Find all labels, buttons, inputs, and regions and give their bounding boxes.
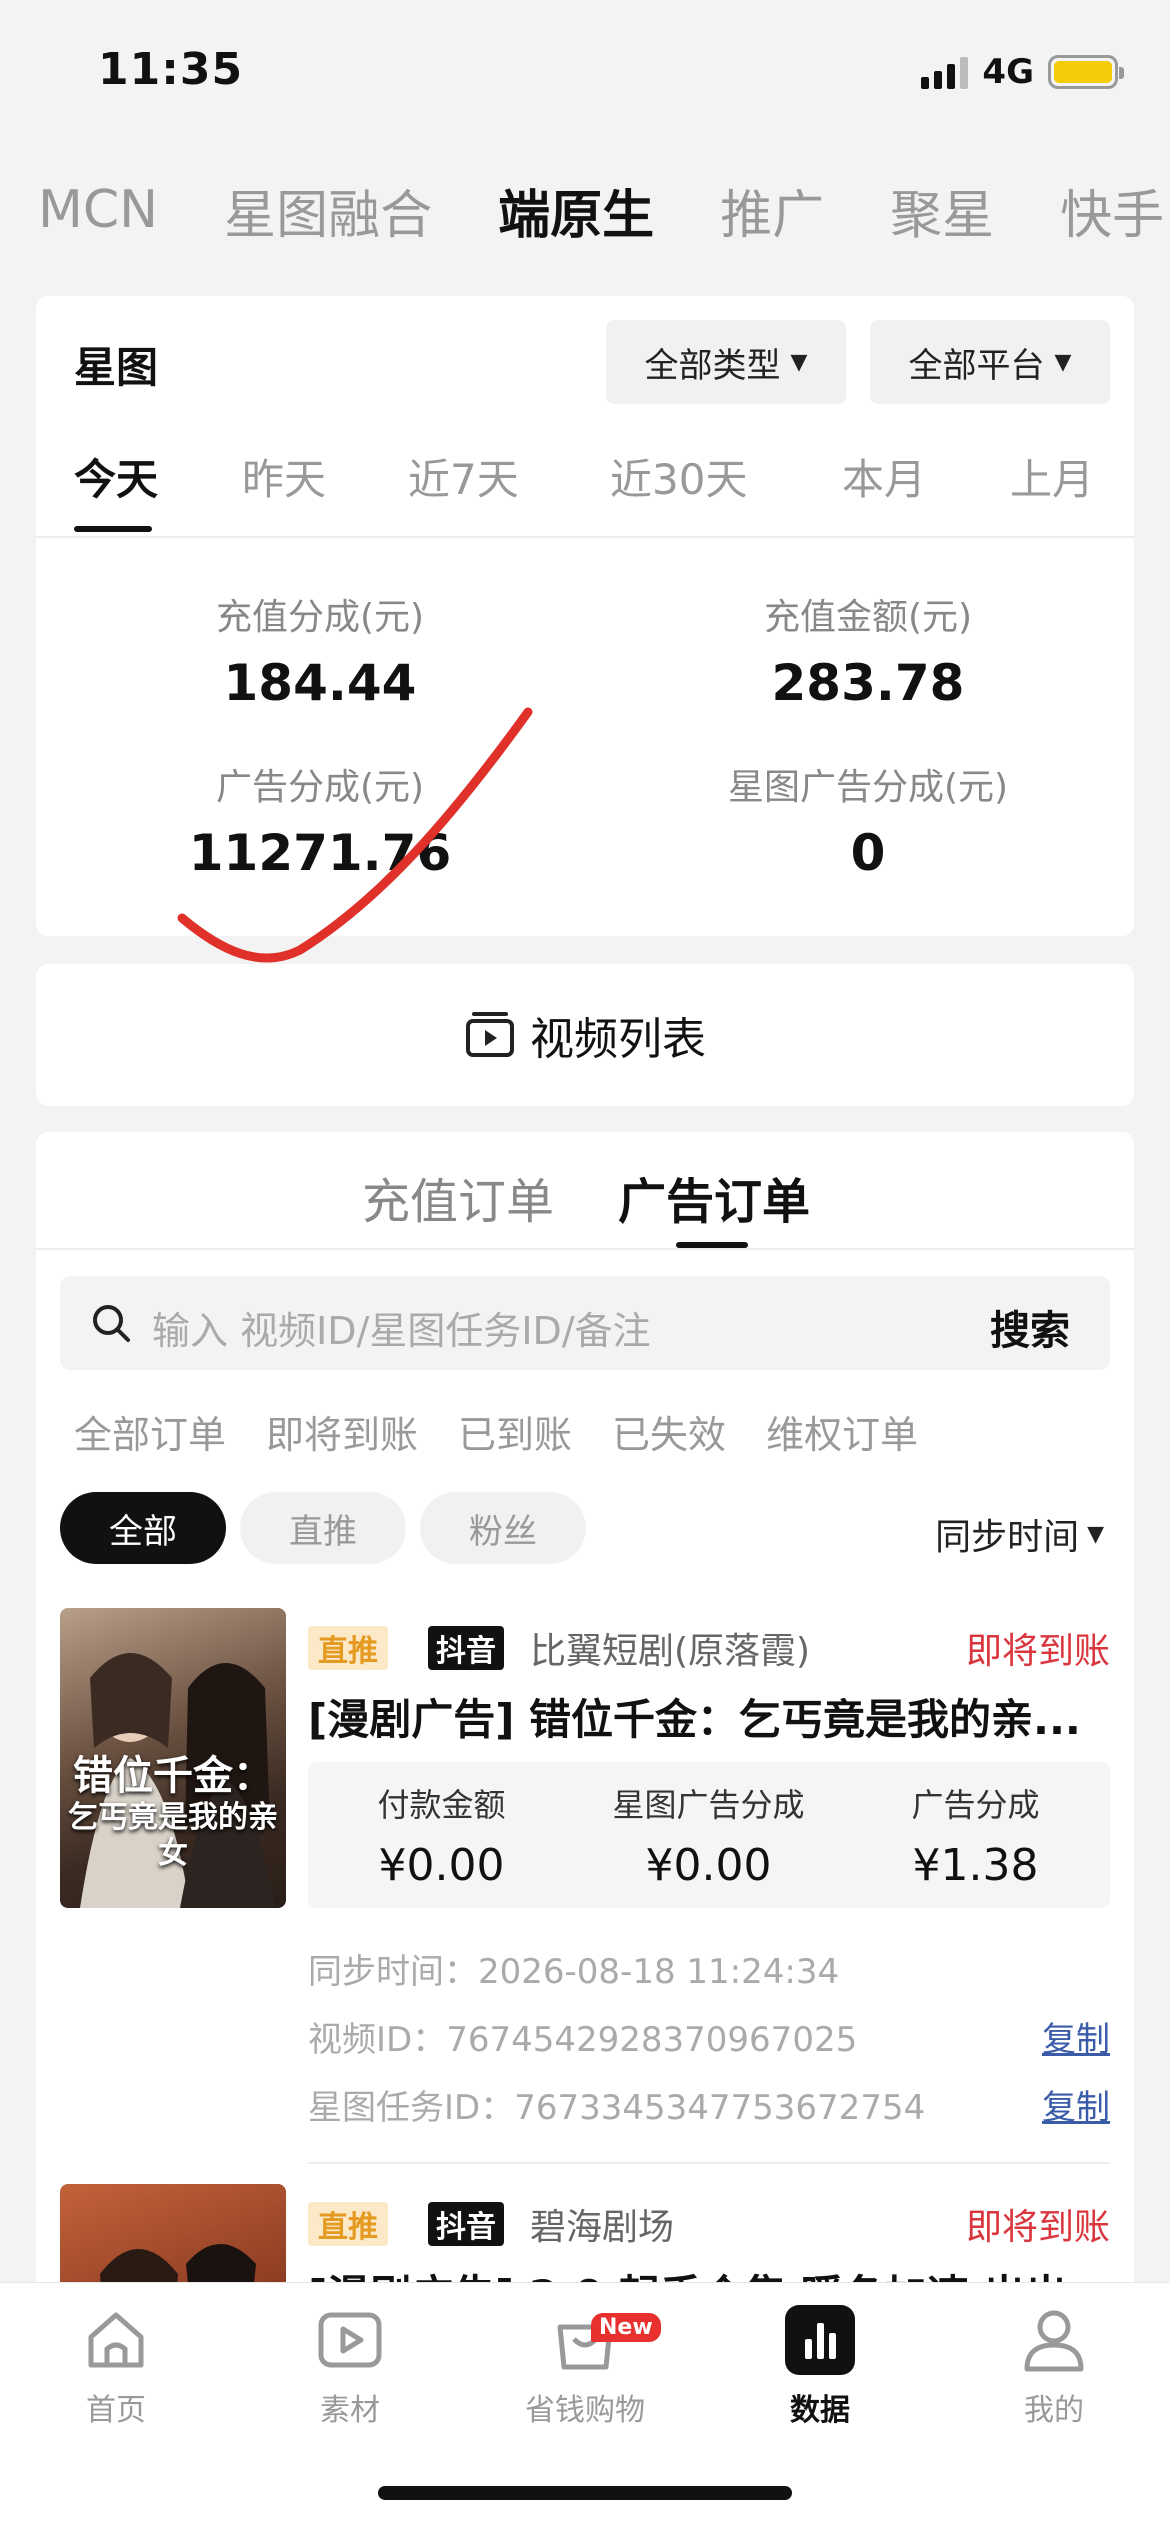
video-id: 视频ID：7674542928370967025 (308, 2020, 858, 2060)
filter-all-orders[interactable]: 全部订单 (74, 1404, 226, 1459)
drama-poster-thumbnail: 错位千金： 乞丐竟是我的亲女 (60, 1608, 286, 1908)
douyin-platform-badge: 抖音 (428, 1626, 504, 1670)
stat-label-recharge-amount: 充值金额(元) (763, 597, 973, 638)
top-category-tabs: MCN 星图融合 端原生 推广 聚星 快手 (0, 160, 1170, 260)
channel-name: 碧海剧场 (530, 2207, 675, 2248)
stat-label-xingtu-ad-share: 星图广告分成(元) (727, 767, 1009, 808)
status-bar: 11:35 4G (0, 0, 1170, 140)
pill-all[interactable]: 全部 (60, 1492, 226, 1564)
copy-task-id-link[interactable]: 复制 (1042, 2080, 1110, 2129)
amount-summary: 付款金额 ¥0.00 星图广告分成 ¥0.00 广告分成 ¥1.38 (308, 1762, 1110, 1908)
filter-dispute[interactable]: 维权订单 (766, 1404, 918, 1459)
amount-xingtu-ad-share: 星图广告分成 ¥0.00 (612, 1786, 805, 1891)
data-chart-icon (785, 2305, 855, 2375)
top-tab-juxing[interactable]: 聚星 (890, 173, 994, 248)
divider (308, 2162, 1110, 2164)
search-button[interactable]: 搜索 (990, 1298, 1070, 1356)
stat-value-ad-share: 11271.76 (188, 824, 452, 882)
stat-value-recharge-amount: 283.78 (771, 654, 965, 712)
tab-ad-orders[interactable]: 广告订单 (618, 1162, 810, 1232)
type-filter-label: 全部类型 (644, 345, 781, 386)
douyin-platform-badge: 抖音 (428, 2202, 504, 2246)
order-status: 即将到账 (965, 2207, 1110, 2248)
tab-recharge-orders[interactable]: 充值订单 (362, 1162, 554, 1232)
order-tab-indicator (676, 1242, 748, 1248)
status-time: 11:35 (98, 44, 244, 95)
copy-video-id-link[interactable]: 复制 (1042, 2012, 1110, 2061)
video-list-button[interactable]: 视频列表 (36, 964, 1134, 1106)
platform-filter-dropdown[interactable]: 全部平台 ▼ (870, 320, 1110, 404)
sync-time: 同步时间：2026-08-18 11:24:34 (308, 1952, 840, 1992)
signal-icon (921, 55, 969, 89)
amount-ad-share: 广告分成 ¥1.38 (911, 1786, 1040, 1891)
direct-tag-badge: 直推 (308, 2202, 388, 2246)
divider (36, 536, 1134, 538)
platform-filter-label: 全部平台 (908, 345, 1045, 386)
stats-title: 星图 (74, 343, 159, 392)
sort-by-sync-time[interactable]: 同步时间 ▼ (935, 1508, 1104, 1560)
date-range-tabs: 今天 昨天 近7天 近30天 本月 上月 (36, 446, 1134, 536)
direct-tag-badge: 直推 (308, 1626, 388, 1670)
top-tab-xingtu-fusion[interactable]: 星图融合 (224, 173, 432, 248)
stat-value-recharge-share: 184.44 (223, 654, 417, 712)
user-icon (1024, 2310, 1084, 2372)
video-list-label: 视频列表 (530, 1014, 706, 1065)
stat-label-ad-share: 广告分成(元) (215, 767, 425, 808)
date-tab-30days[interactable]: 近30天 (610, 446, 747, 507)
video-list-icon (466, 1012, 514, 1057)
home-indicator (378, 2486, 792, 2500)
status-indicators: 4G (921, 52, 1124, 92)
thumbnail-caption: 错位千金： 乞丐竟是我的亲女 (68, 1752, 278, 1871)
new-badge: New (591, 2313, 661, 2342)
order-title: [漫剧广告] 错位千金：乞丐竟是我的亲... (308, 1695, 1081, 1744)
caret-down-icon: ▼ (790, 349, 808, 375)
tab-shopping[interactable]: New 省钱购物 (505, 2303, 665, 2429)
order-status-filters: 全部订单 即将到账 已到账 已失效 维权订单 (74, 1404, 918, 1459)
stats-card: 星图 全部类型 ▼ 全部平台 ▼ 今天 昨天 近7天 近30天 本月 上月 充值… (36, 296, 1134, 936)
battery-icon (1048, 55, 1124, 89)
filter-pending[interactable]: 即将到账 (266, 1404, 418, 1459)
tab-profile[interactable]: 我的 (974, 2303, 1134, 2429)
tab-home[interactable]: 首页 (36, 2303, 196, 2429)
order-item[interactable]: 错位千金： 乞丐竟是我的亲女 直推 抖音 比翼短剧(原落霞) 即将到账 [漫剧广… (60, 1608, 1110, 2168)
top-tab-promotion[interactable]: 推广 (720, 173, 824, 248)
top-tab-native[interactable]: 端原生 (498, 173, 654, 248)
order-status: 即将到账 (965, 1631, 1110, 1672)
search-input[interactable]: 输入 视频ID/星图任务ID/备注 (152, 1300, 651, 1355)
top-tab-mcn[interactable]: MCN (38, 180, 158, 240)
source-pills: 全部 直推 粉丝 (60, 1492, 586, 1564)
home-icon (88, 2312, 144, 2368)
tab-data[interactable]: 数据 (740, 2303, 900, 2429)
channel-name: 比翼短剧(原落霞) (530, 1631, 811, 1672)
date-tab-last-month[interactable]: 上月 (1010, 446, 1094, 507)
date-tab-7days[interactable]: 近7天 (408, 446, 519, 507)
caret-down-icon: ▼ (1087, 1521, 1104, 1547)
date-tab-yesterday[interactable]: 昨天 (242, 446, 326, 507)
caret-down-icon: ▼ (1054, 349, 1072, 375)
network-label: 4G (982, 52, 1034, 92)
task-id: 星图任务ID：7673345347753672754 (308, 2088, 926, 2128)
date-tab-indicator (74, 526, 152, 532)
pill-direct[interactable]: 直推 (240, 1492, 406, 1564)
sort-label: 同步时间 (935, 1517, 1080, 1558)
type-filter-dropdown[interactable]: 全部类型 ▼ (606, 320, 846, 404)
amount-payment: 付款金额 ¥0.00 (377, 1786, 506, 1891)
date-tab-this-month[interactable]: 本月 (842, 446, 926, 507)
stat-label-recharge-share: 充值分成(元) (215, 597, 425, 638)
filter-received[interactable]: 已到账 (458, 1404, 572, 1459)
top-tab-kuaishou[interactable]: 快手 (1060, 173, 1164, 248)
order-type-tabs: 充值订单 广告订单 (36, 1132, 1134, 1250)
tab-materials[interactable]: 素材 (270, 2303, 430, 2429)
pill-fans[interactable]: 粉丝 (420, 1492, 586, 1564)
search-bar: 输入 视频ID/星图任务ID/备注 搜索 (60, 1276, 1110, 1370)
stat-value-xingtu-ad-share: 0 (850, 824, 886, 882)
play-icon (318, 2312, 382, 2368)
search-icon (93, 1305, 130, 1342)
date-tab-today[interactable]: 今天 (74, 446, 158, 507)
filter-expired[interactable]: 已失效 (612, 1404, 726, 1459)
